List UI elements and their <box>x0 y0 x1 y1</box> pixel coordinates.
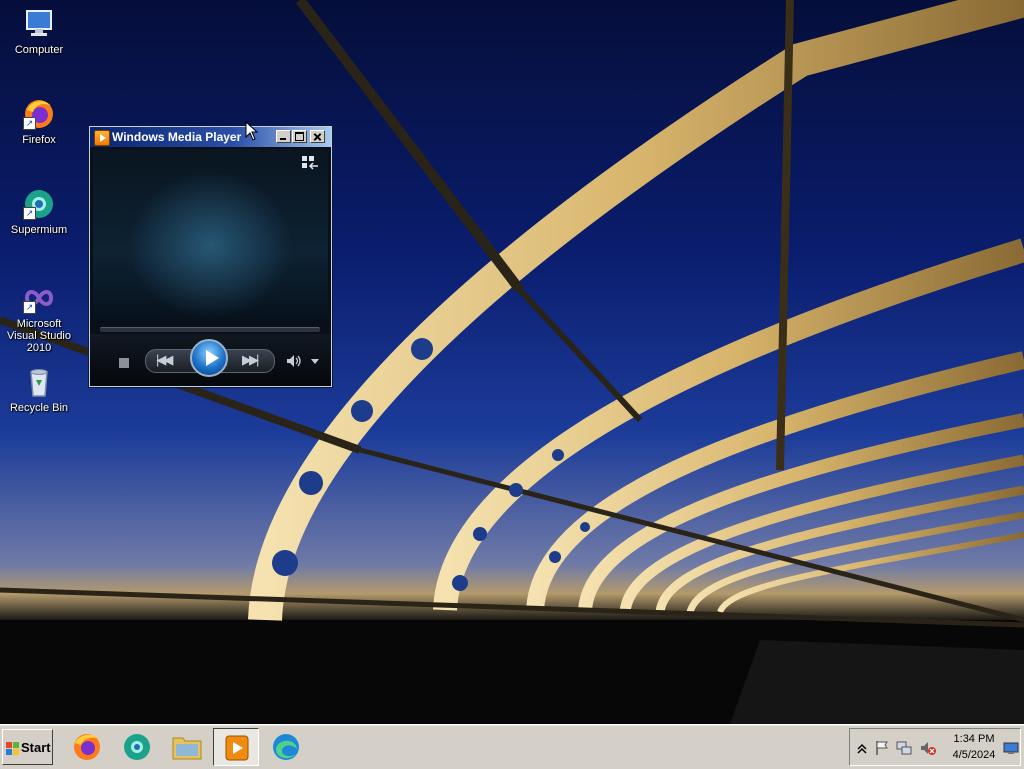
shortcut-arrow-icon: ↗ <box>23 207 36 220</box>
close-button[interactable] <box>310 130 325 143</box>
chevron-down-icon[interactable] <box>311 359 319 364</box>
taskbar-media-player-button[interactable] <box>213 728 259 766</box>
play-button[interactable] <box>190 339 228 377</box>
next-button[interactable]: ▶▶| <box>242 352 259 368</box>
playback-controls: |◀◀ ▶▶| <box>90 334 331 386</box>
taskbar-supermium-button[interactable] <box>114 728 160 766</box>
window-title: Windows Media Player <box>112 130 242 144</box>
windows-media-player-icon[interactable] <box>94 130 110 146</box>
mouse-cursor-icon <box>245 121 259 141</box>
edge-icon <box>273 734 299 760</box>
taskbar: Start 1:34 PM 4/5/2024 <box>0 724 1024 769</box>
start-button[interactable]: Start <box>2 729 53 765</box>
visual-studio-icon: ↗ <box>23 282 55 314</box>
desktop-icon-recycle-bin[interactable]: Recycle Bin <box>1 366 77 414</box>
recycle-bin-icon <box>23 366 55 398</box>
taskbar-file-explorer-button[interactable] <box>164 728 210 766</box>
desktop-icon-label: Supermium <box>10 224 68 236</box>
windows-media-player-icon <box>225 735 249 761</box>
desktop-icon-supermium[interactable]: ↗ Supermium <box>1 188 77 236</box>
firefox-icon <box>74 734 100 760</box>
window-titlebar[interactable]: Windows Media Player <box>90 127 331 147</box>
supermium-icon: ↗ <box>23 188 55 220</box>
show-desktop-icon[interactable] <box>1003 740 1019 756</box>
system-tray: 1:34 PM 4/5/2024 <box>849 728 1021 766</box>
shortcut-arrow-icon: ↗ <box>23 117 36 130</box>
desktop-icon-visual-studio[interactable]: ↗ Microsoft Visual Studio 2010 <box>1 282 77 354</box>
supermium-icon <box>124 734 150 760</box>
show-hidden-icons-icon[interactable] <box>854 740 870 756</box>
network-icon[interactable] <box>896 740 912 756</box>
start-label: Start <box>21 740 51 755</box>
desktop-icon-label: Microsoft Visual Studio 2010 <box>6 318 71 354</box>
seek-bar[interactable] <box>100 327 320 332</box>
video-area[interactable] <box>93 149 328 324</box>
clock-date[interactable]: 4/5/2024 <box>946 749 1002 761</box>
desktop-icon-computer[interactable]: Computer <box>1 8 77 56</box>
computer-icon <box>23 8 55 40</box>
stop-button[interactable] <box>119 358 129 368</box>
minimize-button[interactable] <box>276 130 291 143</box>
taskbar-firefox-button[interactable] <box>64 728 110 766</box>
desktop-icon-label: Computer <box>14 44 64 56</box>
desktop-icon-label: Firefox <box>22 134 56 146</box>
media-player-window[interactable]: Windows Media Player |◀◀ ▶▶| <box>89 126 332 387</box>
shortcut-arrow-icon: ↗ <box>23 301 36 314</box>
action-center-flag-icon[interactable] <box>874 740 890 756</box>
previous-button[interactable]: |◀◀ <box>156 352 173 368</box>
switch-to-library-icon[interactable] <box>301 155 319 171</box>
desktop[interactable]: Computer ↗ Firefox ↗ Supermium ↗ Microso… <box>0 0 1024 724</box>
desktop-icon-label: Recycle Bin <box>9 402 69 414</box>
file-explorer-icon <box>172 737 202 760</box>
maximize-button[interactable] <box>292 130 307 143</box>
volume-icon[interactable] <box>286 354 302 368</box>
clock-time[interactable]: 1:34 PM <box>946 733 1002 745</box>
firefox-icon: ↗ <box>23 98 55 130</box>
desktop-icon-firefox[interactable]: ↗ Firefox <box>1 98 77 146</box>
volume-muted-icon[interactable] <box>920 740 936 756</box>
windows-logo-icon <box>6 742 19 755</box>
taskbar-edge-button[interactable] <box>263 728 309 766</box>
